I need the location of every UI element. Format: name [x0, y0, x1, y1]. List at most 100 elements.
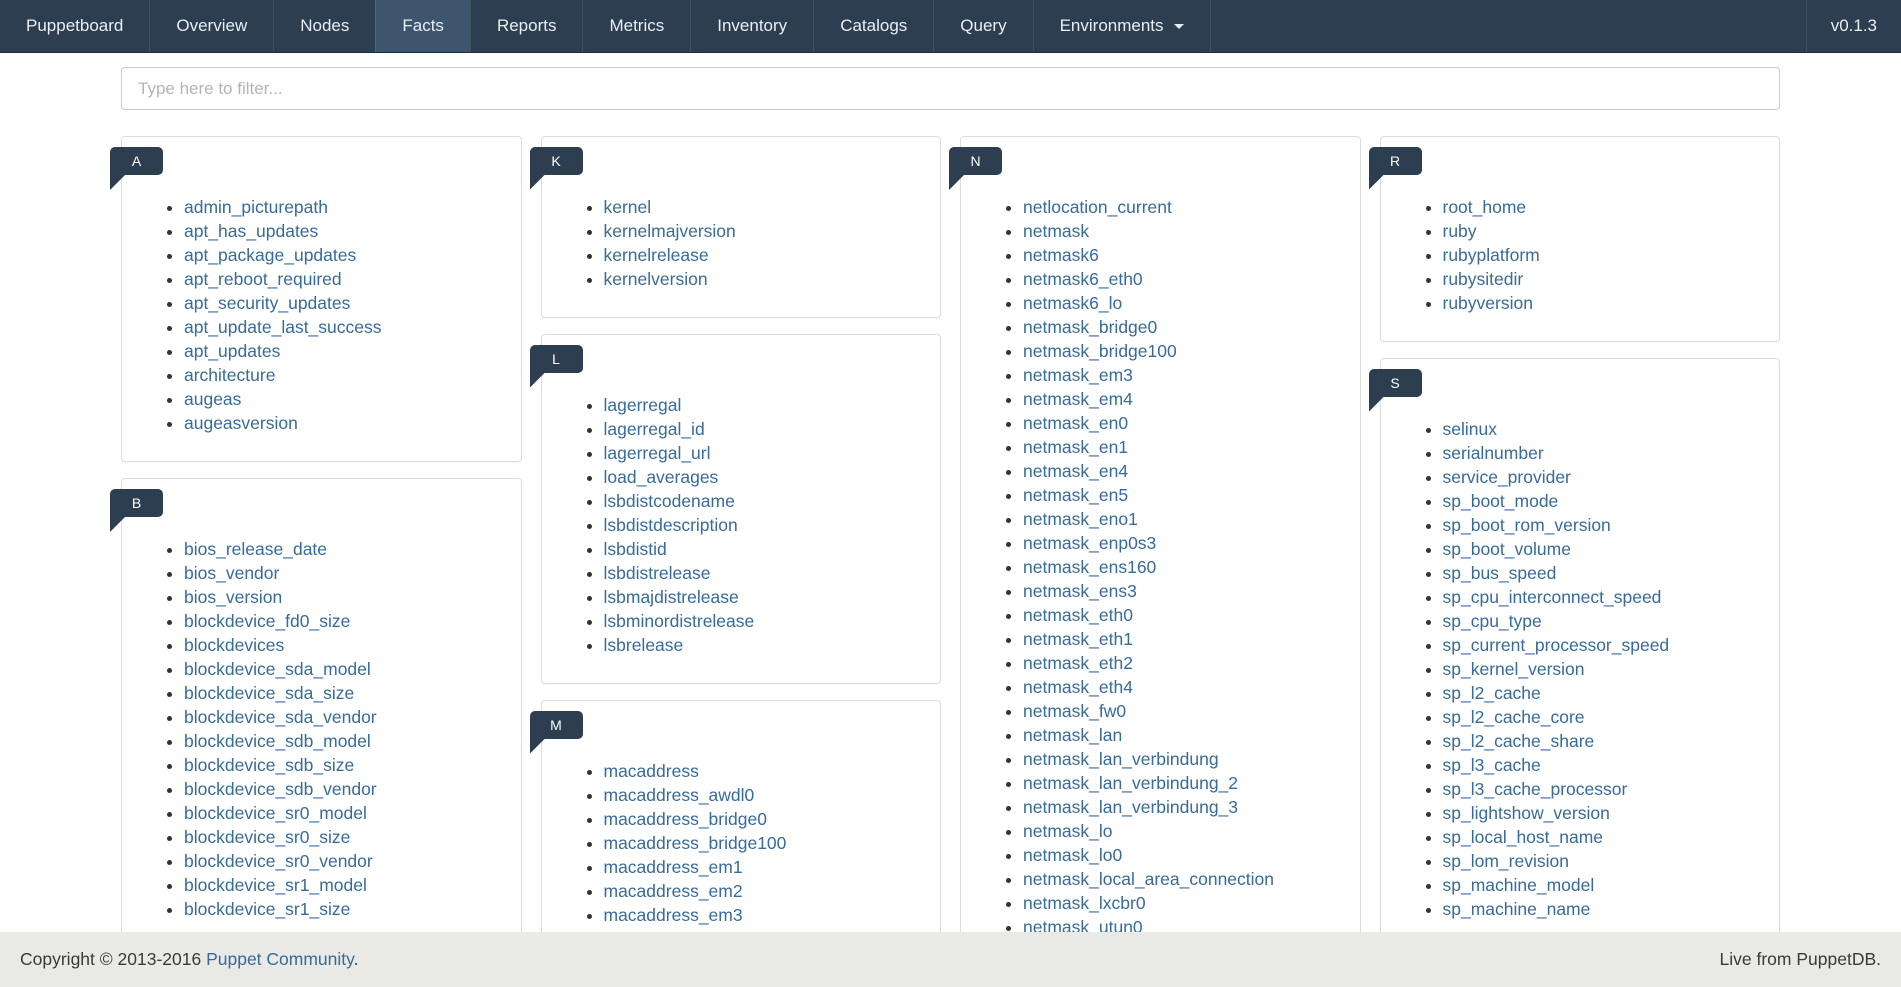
fact-link[interactable]: apt_updates — [184, 341, 280, 361]
fact-link[interactable]: sp_boot_rom_version — [1443, 515, 1611, 535]
fact-link[interactable]: lsbdistcodename — [604, 491, 735, 511]
fact-link[interactable]: blockdevice_sr0_model — [184, 803, 367, 823]
fact-link[interactable]: blockdevice_sda_size — [184, 683, 354, 703]
fact-link[interactable]: sp_l3_cache_processor — [1443, 779, 1628, 799]
fact-link[interactable]: netmask_lan — [1023, 725, 1122, 745]
fact-link[interactable]: lsbmajdistrelease — [604, 587, 739, 607]
fact-link[interactable]: netmask_eno1 — [1023, 509, 1138, 529]
nav-item-environments[interactable]: Environments — [1033, 0, 1211, 52]
fact-link[interactable]: netmask_fw0 — [1023, 701, 1126, 721]
nav-item-nodes[interactable]: Nodes — [273, 0, 375, 52]
fact-link[interactable]: macaddress — [604, 761, 699, 781]
fact-link[interactable]: netmask_lo0 — [1023, 845, 1122, 865]
fact-link[interactable]: lagerregal — [604, 395, 682, 415]
fact-link[interactable]: sp_machine_model — [1443, 875, 1595, 895]
fact-link[interactable]: lsbdistid — [604, 539, 667, 559]
fact-link[interactable]: kernelmajversion — [604, 221, 736, 241]
fact-link[interactable]: sp_cpu_type — [1443, 611, 1542, 631]
nav-item-metrics[interactable]: Metrics — [582, 0, 690, 52]
navbar-brand[interactable]: Puppetboard — [0, 0, 149, 52]
fact-link[interactable]: netlocation_current — [1023, 197, 1172, 217]
fact-link[interactable]: netmask_eth2 — [1023, 653, 1133, 673]
fact-link[interactable]: blockdevice_sdb_size — [184, 755, 354, 775]
fact-link[interactable]: kernel — [604, 197, 652, 217]
fact-link[interactable]: blockdevices — [184, 635, 284, 655]
fact-link[interactable]: netmask_bridge0 — [1023, 317, 1157, 337]
fact-link[interactable]: sp_current_processor_speed — [1443, 635, 1670, 655]
fact-link[interactable]: lsbrelease — [604, 635, 684, 655]
fact-link[interactable]: bios_vendor — [184, 563, 279, 583]
fact-link[interactable]: apt_has_updates — [184, 221, 318, 241]
fact-link[interactable]: netmask_eth0 — [1023, 605, 1133, 625]
puppet-community-link[interactable]: Puppet Community — [206, 949, 354, 969]
fact-link[interactable]: blockdevice_sda_vendor — [184, 707, 377, 727]
fact-link[interactable]: sp_l2_cache_share — [1443, 731, 1595, 751]
fact-link[interactable]: netmask_bridge100 — [1023, 341, 1177, 361]
fact-link[interactable]: macaddress_em2 — [604, 881, 743, 901]
fact-link[interactable]: blockdevice_fd0_size — [184, 611, 350, 631]
fact-link[interactable]: macaddress_bridge100 — [604, 833, 787, 853]
fact-link[interactable]: load_averages — [604, 467, 719, 487]
fact-link[interactable]: sp_bus_speed — [1443, 563, 1557, 583]
fact-link[interactable]: netmask_lan_verbindung_3 — [1023, 797, 1238, 817]
fact-link[interactable]: kernelrelease — [604, 245, 709, 265]
fact-link[interactable]: blockdevice_sr0_size — [184, 827, 350, 847]
fact-link[interactable]: service_provider — [1443, 467, 1571, 487]
fact-link[interactable]: lsbdistrelease — [604, 563, 711, 583]
nav-item-query[interactable]: Query — [933, 0, 1032, 52]
fact-link[interactable]: netmask_en0 — [1023, 413, 1128, 433]
fact-link[interactable]: macaddress_bridge0 — [604, 809, 767, 829]
fact-link[interactable]: netmask_lan_verbindung — [1023, 749, 1219, 769]
fact-link[interactable]: sp_lightshow_version — [1443, 803, 1610, 823]
fact-link[interactable]: sp_l2_cache — [1443, 683, 1541, 703]
fact-link[interactable]: ruby — [1443, 221, 1477, 241]
fact-link[interactable]: netmask_enp0s3 — [1023, 533, 1156, 553]
fact-link[interactable]: netmask_lo — [1023, 821, 1113, 841]
fact-link[interactable]: bios_release_date — [184, 539, 327, 559]
fact-link[interactable]: lsbminordistrelease — [604, 611, 755, 631]
fact-link[interactable]: netmask6_eth0 — [1023, 269, 1143, 289]
fact-link[interactable]: augeasversion — [184, 413, 298, 433]
fact-link[interactable]: augeas — [184, 389, 241, 409]
nav-item-reports[interactable]: Reports — [470, 0, 583, 52]
fact-link[interactable]: netmask_lxcbr0 — [1023, 893, 1146, 913]
fact-link[interactable]: sp_kernel_version — [1443, 659, 1585, 679]
fact-link[interactable]: lagerregal_url — [604, 443, 711, 463]
fact-link[interactable]: architecture — [184, 365, 275, 385]
fact-link[interactable]: netmask6_lo — [1023, 293, 1122, 313]
fact-link[interactable]: blockdevice_sda_model — [184, 659, 371, 679]
nav-item-overview[interactable]: Overview — [149, 0, 273, 52]
fact-link[interactable]: kernelversion — [604, 269, 708, 289]
fact-link[interactable]: netmask_local_area_connection — [1023, 869, 1274, 889]
fact-link[interactable]: macaddress_em1 — [604, 857, 743, 877]
fact-link[interactable]: blockdevice_sr1_size — [184, 899, 350, 919]
fact-link[interactable]: sp_boot_volume — [1443, 539, 1571, 559]
fact-link[interactable]: sp_local_host_name — [1443, 827, 1604, 847]
fact-link[interactable]: macaddress_em3 — [604, 905, 743, 925]
fact-link[interactable]: serialnumber — [1443, 443, 1544, 463]
fact-link[interactable]: netmask6 — [1023, 245, 1099, 265]
fact-link[interactable]: sp_lom_revision — [1443, 851, 1569, 871]
fact-link[interactable]: sp_machine_name — [1443, 899, 1591, 919]
fact-link[interactable]: netmask_ens3 — [1023, 581, 1137, 601]
fact-link[interactable]: lagerregal_id — [604, 419, 705, 439]
fact-link[interactable]: apt_security_updates — [184, 293, 350, 313]
fact-link[interactable]: netmask_em3 — [1023, 365, 1133, 385]
fact-link[interactable]: rubysitedir — [1443, 269, 1524, 289]
fact-link[interactable]: apt_package_updates — [184, 245, 356, 265]
fact-link[interactable]: netmask_eth4 — [1023, 677, 1133, 697]
fact-link[interactable]: sp_l2_cache_core — [1443, 707, 1585, 727]
fact-link[interactable]: rubyversion — [1443, 293, 1533, 313]
fact-link[interactable]: sp_boot_mode — [1443, 491, 1559, 511]
filter-input[interactable] — [121, 67, 1780, 110]
nav-item-facts[interactable]: Facts — [375, 0, 470, 52]
fact-link[interactable]: apt_reboot_required — [184, 269, 342, 289]
fact-link[interactable]: netmask — [1023, 221, 1089, 241]
fact-link[interactable]: netmask_em4 — [1023, 389, 1133, 409]
fact-link[interactable]: netmask_en5 — [1023, 485, 1128, 505]
fact-link[interactable]: netmask_lan_verbindung_2 — [1023, 773, 1238, 793]
nav-item-inventory[interactable]: Inventory — [690, 0, 813, 52]
fact-link[interactable]: selinux — [1443, 419, 1497, 439]
fact-link[interactable]: macaddress_awdl0 — [604, 785, 755, 805]
fact-link[interactable]: apt_update_last_success — [184, 317, 382, 337]
